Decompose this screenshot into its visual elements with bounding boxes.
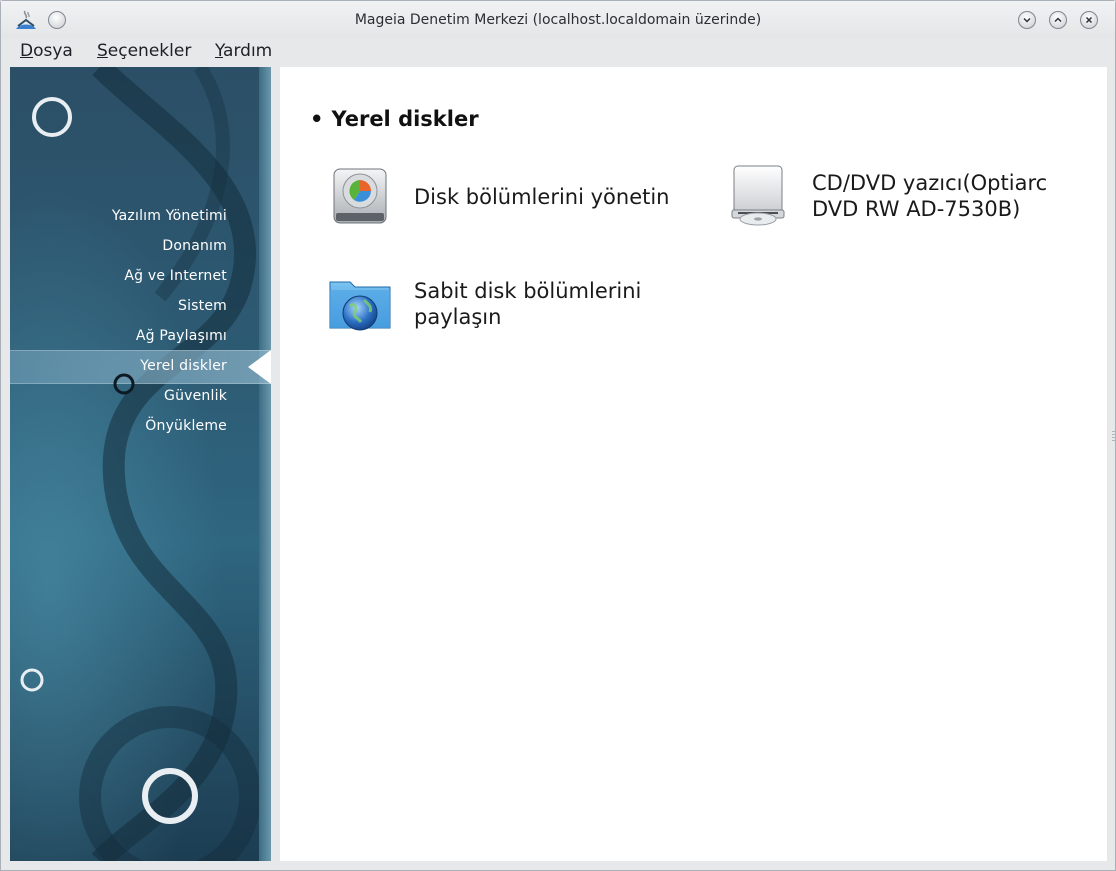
sidebar-item-network-internet[interactable]: Ağ ve Internet [124, 268, 227, 284]
cd-dvd-drive-icon [731, 165, 785, 226]
bullet-icon: • [310, 107, 324, 131]
category-sidebar: Yazılım Yönetimi Donanım Ağ ve Internet … [10, 67, 271, 861]
menu-options-label: eçenekler [107, 41, 192, 61]
selection-pointer [248, 350, 271, 384]
tile-label-line2: DVD RW AD-7530B) [812, 197, 1021, 221]
tile-share-disk-partitions[interactable]: Sabit disk bölümlerini paylaşın [328, 272, 641, 336]
close-button[interactable] [1080, 11, 1098, 29]
resize-grip[interactable] [1112, 431, 1115, 443]
window-title: Mageia Denetim Merkezi (localhost.locald… [354, 12, 762, 28]
title-bar[interactable]: Mageia Denetim Merkezi (localhost.locald… [1, 1, 1115, 39]
tile-label: Disk bölümlerini yönetin [414, 184, 670, 210]
menu-help-label: ardım [223, 41, 273, 61]
tile-cd-dvd-burner[interactable]: CD/DVD yazıcı(Optiarc DVD RW AD-7530B) [726, 164, 1047, 228]
menu-options-mnemonic: S [97, 41, 108, 61]
sidebar-item-boot[interactable]: Önyükleme [145, 418, 227, 434]
chevron-down-icon [1023, 17, 1031, 23]
menu-help-mnemonic: Y [215, 41, 224, 61]
menu-file-mnemonic: D [20, 41, 34, 61]
shared-folder-globe-icon [329, 281, 391, 331]
selection-ring-icon [113, 373, 135, 395]
sidebar-decoration [20, 67, 261, 861]
maximize-button[interactable] [1049, 11, 1067, 29]
sidebar-item-network-sharing[interactable]: Ağ Paylaşımı [136, 328, 227, 344]
minimize-button[interactable] [1018, 11, 1036, 29]
sidebar-edge [259, 67, 271, 861]
menu-options[interactable]: Seçenekler [97, 41, 191, 61]
sidebar-item-local-disks[interactable]: Yerel diskler [140, 358, 227, 374]
tile-label-line2: paylaşın [414, 305, 502, 329]
content-panel: • Yerel diskler Disk bölümlerini yönetin [280, 67, 1107, 861]
sidebar-item-security[interactable]: Güvenlik [164, 388, 227, 404]
tile-manage-disk-partitions[interactable]: Disk bölümlerini yönetin [328, 165, 670, 229]
disk-partition-icon [333, 168, 387, 224]
menu-bar: Dosya Seçenekler Yardım [1, 39, 1115, 65]
tile-label-line1: Disk bölümlerini yönetin [414, 185, 670, 209]
menu-file-label: osya [33, 41, 73, 61]
menu-file[interactable]: Dosya [20, 41, 73, 61]
sidebar-item-system[interactable]: Sistem [178, 298, 227, 314]
main-window: Mageia Denetim Merkezi (localhost.locald… [0, 0, 1116, 871]
tile-label-line1: Sabit disk bölümlerini [414, 279, 642, 303]
close-icon [1085, 16, 1093, 24]
sidebar-item-hardware[interactable]: Donanım [162, 238, 227, 254]
section-title: • Yerel diskler [310, 107, 479, 131]
section-title-text: Yerel diskler [331, 107, 479, 131]
chevron-up-icon [1054, 17, 1062, 23]
tile-label: Sabit disk bölümlerini paylaşın [414, 278, 641, 330]
tile-label-line1: CD/DVD yazıcı(Optiarc [812, 171, 1048, 195]
menu-help[interactable]: Yardım [215, 41, 272, 61]
sidebar-item-software-management[interactable]: Yazılım Yönetimi [112, 208, 227, 224]
tile-label: CD/DVD yazıcı(Optiarc DVD RW AD-7530B) [812, 170, 1047, 222]
